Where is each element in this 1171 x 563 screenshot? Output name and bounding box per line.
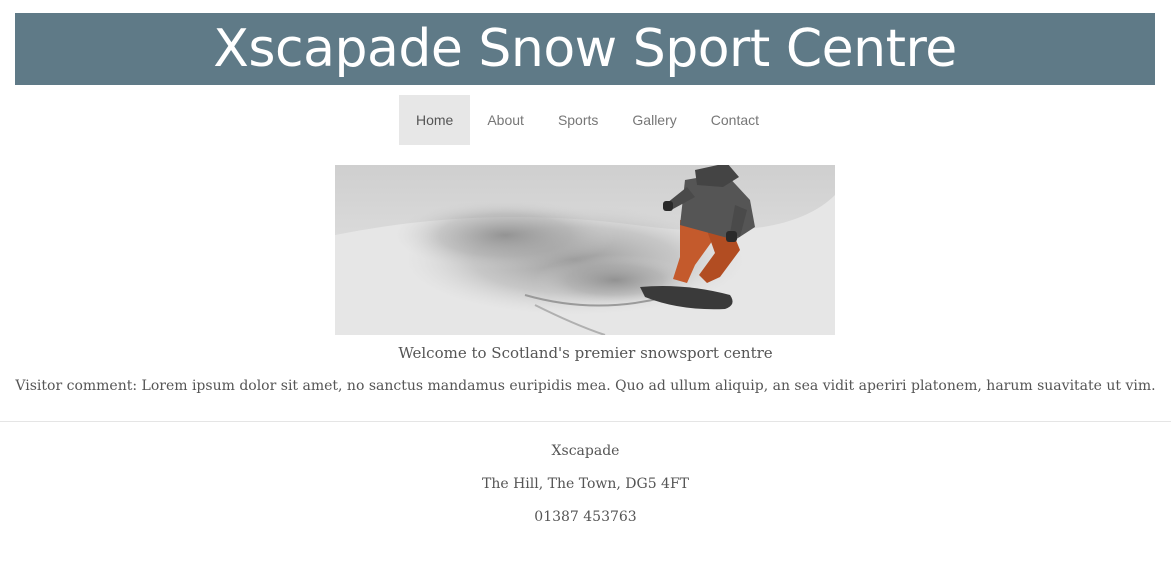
nav-item-about[interactable]: About <box>470 95 541 145</box>
nav-item-home[interactable]: Home <box>398 95 471 145</box>
welcome-tagline: Welcome to Scotland's premier snowsport … <box>398 344 773 362</box>
footer-name: Xscapade <box>551 443 620 459</box>
footer-address: The Hill, The Town, DG5 4FT <box>481 476 690 492</box>
footer-phone: 01387 453763 <box>534 509 637 525</box>
hero-image <box>335 165 835 335</box>
footer-divider <box>0 421 1171 422</box>
visitor-comment: Visitor comment: Lorem ipsum dolor sit a… <box>15 378 1156 394</box>
nav-item-contact[interactable]: Contact <box>694 95 776 145</box>
main-nav: Home About Sports Gallery Contact <box>0 95 1171 145</box>
site-banner: Xscapade Snow Sport Centre <box>15 13 1155 85</box>
nav-item-gallery[interactable]: Gallery <box>615 95 693 145</box>
site-title: Xscapade Snow Sport Centre <box>213 19 957 79</box>
nav-item-sports[interactable]: Sports <box>541 95 615 145</box>
